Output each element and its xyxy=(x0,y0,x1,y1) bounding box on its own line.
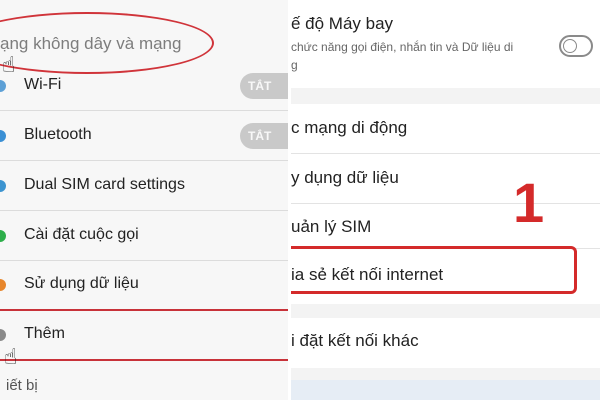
right-settings-panel: ế độ Máy bay chức năng gọi điện, nhắn ti… xyxy=(291,0,600,400)
setting-wifi[interactable]: Wi-Fi TẮT xyxy=(0,62,288,110)
bluetooth-toggle[interactable]: TẮT xyxy=(240,123,288,149)
setting-call[interactable]: Cài đặt cuộc gọi xyxy=(0,212,288,260)
airplane-mode-title: ế độ Máy bay xyxy=(291,14,394,33)
wifi-icon xyxy=(0,80,6,92)
divider xyxy=(0,160,288,161)
data-usage-icon xyxy=(0,279,6,291)
airplane-mode-desc: chức năng gọi điện, nhắn tin và Dữ liệu … xyxy=(291,40,514,54)
divider xyxy=(0,210,288,211)
bluetooth-toggle-label: TẮT xyxy=(248,129,272,143)
airplane-mode-switch[interactable] xyxy=(559,35,593,57)
setting-more[interactable]: Thêm xyxy=(0,311,288,359)
other-connections-item: i đặt kết nối khác xyxy=(291,331,419,350)
tethering-highlight-box xyxy=(291,246,577,294)
phone-icon xyxy=(0,230,6,242)
divider xyxy=(291,153,600,154)
divider xyxy=(0,110,288,111)
setting-bluetooth-label: Bluetooth xyxy=(24,126,92,143)
bluetooth-icon xyxy=(0,130,6,142)
section-header-device: iết bị xyxy=(6,377,38,394)
other-connections-row[interactable]: i đặt kết nối khác xyxy=(291,318,600,368)
sim-manager-item[interactable]: uản lý SIM xyxy=(291,217,371,237)
wifi-toggle-label: TẮT xyxy=(248,79,272,93)
setting-bluetooth[interactable]: Bluetooth TẮT xyxy=(0,112,288,160)
step-number-annotation: 1 xyxy=(513,171,545,234)
more-icon xyxy=(0,329,6,341)
data-usage-item[interactable]: y dụng dữ liệu xyxy=(291,168,399,188)
sim-card-icon xyxy=(0,180,6,192)
setting-data-usage[interactable]: Sử dụng dữ liệu xyxy=(0,261,288,309)
setting-call-label: Cài đặt cuộc gọi xyxy=(24,226,139,243)
wifi-toggle[interactable]: TẮT xyxy=(240,73,288,99)
setting-more-label: Thêm xyxy=(24,325,65,342)
highlight-line-bottom xyxy=(0,359,288,361)
divider xyxy=(291,203,600,204)
airplane-mode-desc-2: g xyxy=(291,58,298,72)
hand-pointer-icon: ☝ xyxy=(4,344,18,369)
mobile-networks-item[interactable]: c mạng di động xyxy=(291,118,407,138)
switch-knob xyxy=(563,39,577,53)
left-settings-panel: ạng không dây và mạng ☝ Wi-Fi TẮT Blueto… xyxy=(0,0,288,400)
setting-wifi-label: Wi-Fi xyxy=(24,76,62,93)
bottom-bar xyxy=(291,380,600,400)
setting-dual-sim[interactable]: Dual SIM card settings xyxy=(0,162,288,210)
setting-data-usage-label: Sử dụng dữ liệu xyxy=(24,275,139,292)
airplane-mode-row[interactable]: ế độ Máy bay chức năng gọi điện, nhắn ti… xyxy=(291,0,600,88)
setting-dual-sim-label: Dual SIM card settings xyxy=(24,176,185,193)
